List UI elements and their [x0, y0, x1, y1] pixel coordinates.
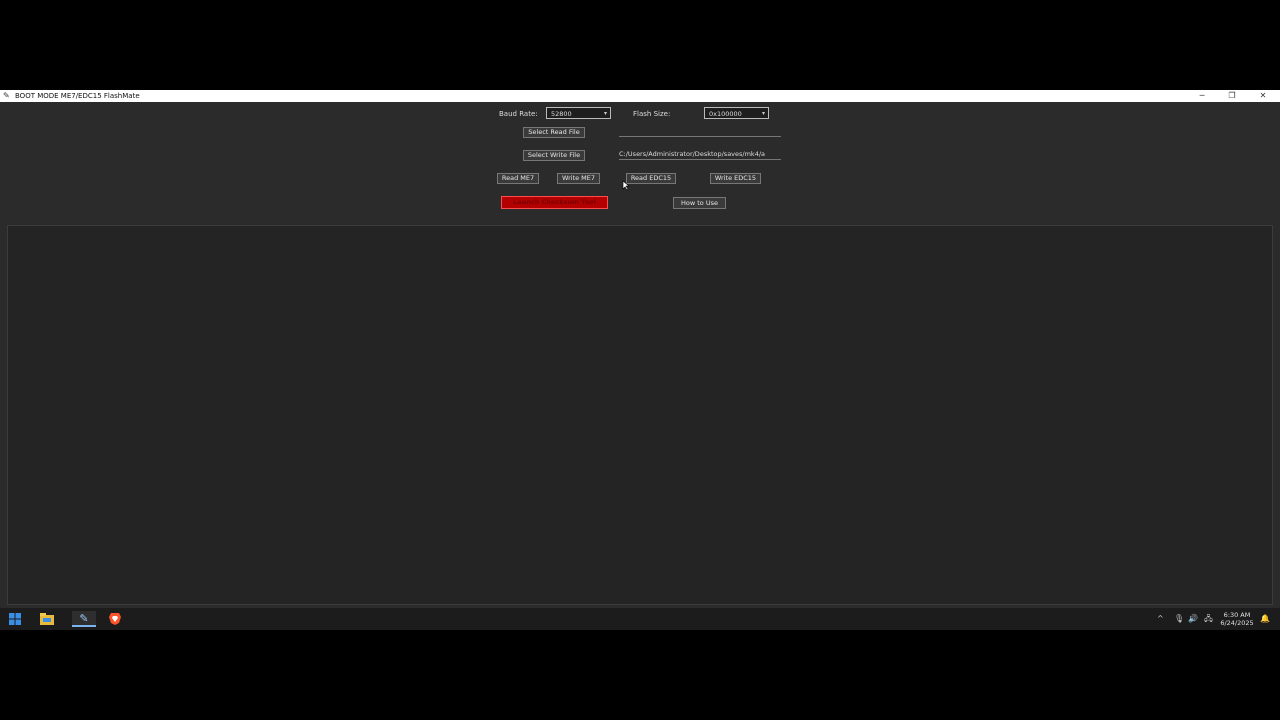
- close-button[interactable]: ✕: [1253, 90, 1273, 102]
- speaker-icon[interactable]: 🔊: [1188, 612, 1198, 626]
- feather-app-icon: ✎: [3, 91, 10, 100]
- app-window: ✎ BOOT MODE ME7/EDC15 FlashMate ─ ❐ ✕ Ba…: [0, 90, 1280, 608]
- microphone-icon[interactable]: 🎙: [1174, 612, 1184, 626]
- launch-checksum-tool-button[interactable]: Launch Checksum Tool: [501, 196, 608, 209]
- notification-bell-icon[interactable]: 🔔: [1260, 612, 1270, 626]
- mouse-cursor-icon: [622, 180, 630, 191]
- baud-rate-dropdown[interactable]: 52800 ▾: [546, 107, 611, 119]
- baud-rate-label: Baud Rate:: [499, 110, 538, 118]
- select-read-file-button[interactable]: Select Read File: [523, 127, 585, 138]
- flash-size-dropdown[interactable]: 0x100000 ▾: [704, 107, 769, 119]
- read-me7-button[interactable]: Read ME7: [497, 173, 539, 184]
- system-clock[interactable]: 6:30 AM 6/24/2025: [1218, 611, 1256, 627]
- how-to-use-button[interactable]: How to Use: [673, 197, 726, 209]
- read-file-path-input[interactable]: [619, 127, 781, 137]
- network-icon[interactable]: 🖧: [1204, 612, 1213, 626]
- write-file-path-input[interactable]: C:/Users/Administrator/Desktop/saves/mk4…: [619, 150, 781, 160]
- select-write-file-button[interactable]: Select Write File: [523, 150, 585, 161]
- write-edc15-button[interactable]: Write EDC15: [710, 173, 761, 184]
- baud-rate-value: 52800: [551, 110, 572, 118]
- clock-time: 6:30 AM: [1223, 611, 1251, 619]
- chevron-up-icon[interactable]: ^: [1157, 612, 1164, 626]
- clock-date: 6/24/2025: [1220, 619, 1254, 627]
- title-bar[interactable]: ✎ BOOT MODE ME7/EDC15 FlashMate ─ ❐ ✕: [0, 90, 1280, 102]
- write-me7-button[interactable]: Write ME7: [557, 173, 600, 184]
- chevron-down-icon: ▾: [603, 110, 607, 117]
- brave-browser-icon[interactable]: [107, 611, 123, 627]
- flash-size-label: Flash Size:: [633, 110, 671, 118]
- maximize-button[interactable]: ❐: [1222, 90, 1242, 102]
- windows-start-icon[interactable]: [7, 611, 23, 627]
- taskbar: ✎ ^ 🎙 🔊 🖧 6:30 AM 6/24/2025 🔔: [0, 608, 1280, 630]
- flashmate-app-icon[interactable]: ✎: [72, 611, 96, 627]
- log-output-area[interactable]: [7, 225, 1273, 605]
- chevron-down-icon: ▾: [761, 110, 765, 117]
- window-title: BOOT MODE ME7/EDC15 FlashMate: [15, 92, 140, 100]
- minimize-button[interactable]: ─: [1192, 90, 1212, 102]
- file-explorer-icon[interactable]: [39, 611, 55, 627]
- read-edc15-button[interactable]: Read EDC15: [626, 173, 676, 184]
- client-area: Baud Rate: 52800 ▾ Flash Size: 0x100000 …: [0, 102, 1280, 608]
- flash-size-value: 0x100000: [709, 110, 742, 118]
